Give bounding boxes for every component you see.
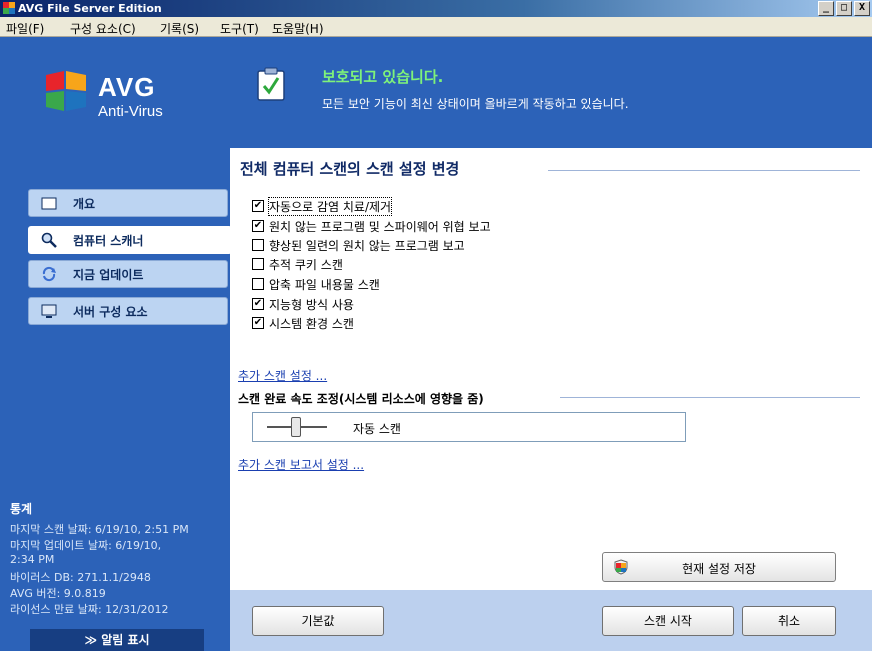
title-bar: AVG File Server Edition _ □ X (0, 0, 872, 17)
server-icon (41, 304, 57, 318)
checkbox[interactable]: ✔ (252, 317, 264, 329)
title-divider (548, 170, 860, 171)
scan-speed-title: 스캔 완료 속도 조정(시스템 리소스에 영향을 줌) (238, 392, 484, 406)
cancel-button[interactable]: 취소 (742, 606, 836, 636)
minimize-button[interactable]: _ (818, 1, 834, 16)
option-label: 추적 쿠키 스캔 (269, 257, 343, 272)
sidebar-item-update-now[interactable]: 지금 업데이트 (28, 260, 228, 288)
option-label: 자동으로 감염 치료/제거 (267, 196, 393, 216)
sidebar-item-server-components[interactable]: 서버 구성 요소 (28, 297, 228, 325)
menu-tools[interactable]: 도구(T) (220, 20, 259, 37)
stat-last-update-time: 2:34 PM (10, 553, 55, 566)
scan-report-settings-link[interactable]: 추가 스캔 보고서 설정 ... (238, 456, 364, 473)
save-button-label: 현재 설정 저장 (682, 562, 756, 576)
option-report-pup-spyware[interactable]: ✔ 원치 않는 프로그램 및 스파이웨어 위협 보고 (252, 218, 491, 234)
show-notification-button[interactable]: ≫ 알림 표시 (30, 629, 204, 651)
option-label: 원치 않는 프로그램 및 스파이웨어 위협 보고 (269, 219, 491, 234)
scan-speed-slider: 자동 스캔 (252, 412, 686, 442)
stat-last-scan: 마지막 스캔 날짜: 6/19/10, 2:51 PM (10, 523, 189, 536)
additional-scan-settings-link[interactable]: 추가 스캔 설정 ... (238, 367, 327, 384)
maximize-button[interactable]: □ (836, 1, 852, 16)
menu-bar: 파일(F) 구성 요소(C) 기록(S) 도구(T) 도움말(H) (0, 17, 872, 37)
scan-speed-value: 자동 스캔 (353, 422, 401, 436)
bottom-bar: 기본값 스캔 시작 취소 (230, 590, 872, 651)
option-label: 향상된 일련의 원치 않는 프로그램 보고 (269, 238, 465, 253)
checkbox[interactable] (252, 239, 264, 251)
menu-help[interactable]: 도움말(H) (272, 20, 324, 37)
stat-virus-db: 바이러스 DB: 271.1.1/2948 (10, 571, 151, 584)
sidebar-item-label: 지금 업데이트 (73, 268, 144, 282)
sidebar-item-label: 컴퓨터 스캐너 (73, 234, 144, 248)
stat-last-update: 마지막 업데이트 날짜: 6/19/10, (10, 539, 162, 552)
sidebar: 개요 컴퓨터 스캐너 지금 업데이트 서버 구성 요소 통계 마지막 스캔 날짜… (0, 148, 232, 651)
clipboard-check-icon (257, 67, 285, 101)
option-label: 압축 파일 내용물 스캔 (269, 277, 380, 292)
window-title: AVG File Server Edition (18, 2, 162, 15)
header: AVG Anti-Virus 보호되고 있습니다. 모든 보안 기능이 최신 상… (0, 37, 872, 148)
close-button[interactable]: X (854, 1, 870, 16)
option-scan-archives[interactable]: 압축 파일 내용물 스캔 (252, 276, 380, 292)
avg-logo: AVG Anti-Virus (44, 69, 194, 139)
option-use-heuristics[interactable]: ✔ 지능형 방식 사용 (252, 296, 354, 312)
folder-icon (41, 197, 57, 210)
option-auto-heal[interactable]: ✔ 자동으로 감염 치료/제거 (252, 196, 393, 216)
main-panel: 전체 컴퓨터 스캔의 스캔 설정 변경 ✔ 자동으로 감염 치료/제거 ✔ 원치… (230, 148, 872, 590)
magnifier-icon (41, 232, 57, 248)
checkbox[interactable] (252, 258, 264, 270)
stats-title: 통계 (10, 502, 33, 516)
checkbox[interactable] (252, 278, 264, 290)
menu-components[interactable]: 구성 요소(C) (70, 20, 136, 37)
slider-handle[interactable] (291, 417, 301, 437)
option-label: 시스템 환경 스캔 (269, 316, 354, 331)
speed-divider (560, 397, 860, 398)
logo-product: Anti-Virus (98, 103, 163, 120)
menu-file[interactable]: 파일(F) (6, 20, 44, 37)
sidebar-item-label: 서버 구성 요소 (73, 305, 148, 319)
page-title: 전체 컴퓨터 스캔의 스캔 설정 변경 (240, 160, 460, 178)
checkbox[interactable]: ✔ (252, 220, 264, 232)
option-report-enhanced-pup[interactable]: 향상된 일련의 원치 않는 프로그램 보고 (252, 237, 465, 253)
menu-history[interactable]: 기록(S) (160, 20, 199, 37)
option-scan-tracking-cookies[interactable]: 추적 쿠키 스캔 (252, 256, 343, 272)
option-label: 지능형 방식 사용 (269, 297, 354, 312)
save-current-settings-button[interactable]: 현재 설정 저장 (602, 552, 836, 582)
logo-brand: AVG (98, 72, 156, 102)
avg-logo-icon (46, 71, 86, 111)
sidebar-item-overview[interactable]: 개요 (28, 189, 228, 217)
protection-status-title: 보호되고 있습니다. (322, 68, 444, 86)
sidebar-item-label: 개요 (73, 197, 96, 211)
checkbox[interactable]: ✔ (252, 200, 264, 212)
checkbox[interactable]: ✔ (252, 298, 264, 310)
update-icon (42, 266, 56, 282)
option-scan-system-environment[interactable]: ✔ 시스템 환경 스캔 (252, 315, 354, 331)
stat-avg-version: AVG 버전: 9.0.819 (10, 587, 106, 600)
stat-license-expiry: 라이선스 만료 날짜: 12/31/2012 (10, 603, 169, 616)
start-scan-button[interactable]: 스캔 시작 (602, 606, 734, 636)
sidebar-item-computer-scanner[interactable]: 컴퓨터 스캐너 (28, 226, 232, 254)
protection-status-description: 모든 보안 기능이 최신 상태이며 올바르게 작동하고 있습니다. (322, 97, 629, 111)
avg-app-icon (3, 2, 15, 14)
default-button[interactable]: 기본값 (252, 606, 384, 636)
